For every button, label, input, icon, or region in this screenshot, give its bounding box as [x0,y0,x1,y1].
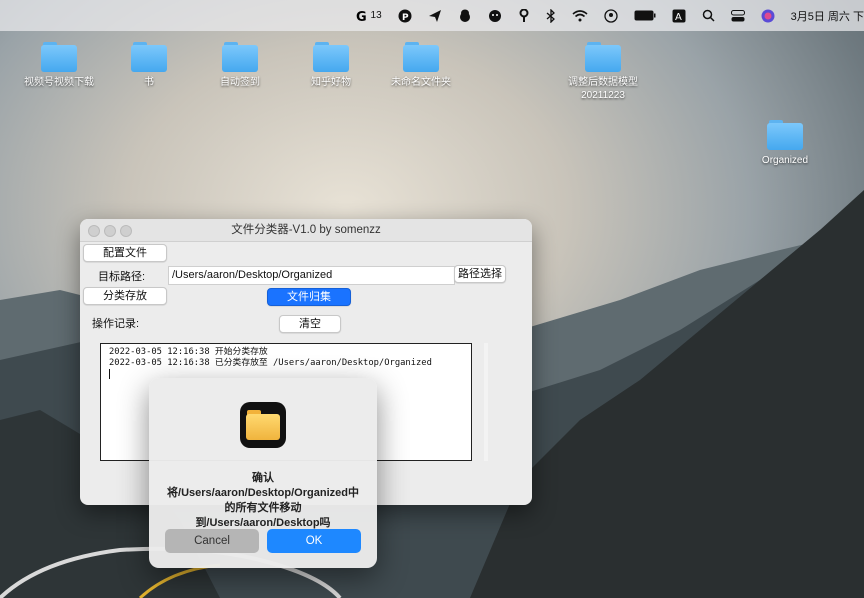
desktop-folder[interactable]: 自动签到 [195,42,285,89]
folder-label: 自动签到 [220,77,260,88]
g-status-icon[interactable]: G 13 [356,9,382,23]
svg-text:A: A [675,12,682,23]
badge-count: 13 [370,10,382,21]
dialog-message: 确认将/Users/aaron/Desktop/Organized中的所有文件移… [167,472,359,529]
window-title: 文件分类器-V1.0 by somenzz [231,224,381,236]
folder-label: 书 [144,77,154,88]
folder-app-icon [240,402,286,448]
text-cursor [109,369,110,379]
wifi-icon[interactable] [572,9,588,22]
window-titlebar[interactable]: 文件分类器-V1.0 by somenzz [80,219,532,242]
zoom-button[interactable] [120,225,132,237]
send-icon[interactable] [428,9,442,23]
log-line: 2022-03-05 12:16:38 已分类存放至 /Users/aaron/… [109,358,432,368]
desktop-folder[interactable]: 视频号视频下载 [14,42,104,89]
desktop-folder[interactable]: 书 [104,42,194,89]
folder-label: 未命名文件夹 [391,77,451,88]
menubar-clock[interactable]: 3月5日 周六 下 [791,8,864,24]
confirm-dialog: 确认将/Users/aaron/Desktop/Organized中的所有文件移… [149,378,377,568]
p-icon[interactable]: P [398,9,412,23]
minimize-button[interactable] [104,225,116,237]
cancel-button[interactable]: Cancel [165,529,259,553]
input-method-icon[interactable]: A [672,9,686,23]
target-path-input[interactable]: /Users/aaron/Desktop/Organized [168,266,455,285]
desktop-folder[interactable]: 调整后数据模型 20211223 [558,42,648,102]
folder-icon [585,42,621,72]
folder-icon [222,42,258,72]
clear-button[interactable]: 清空 [279,315,341,333]
desktop-folder[interactable]: Organized [740,120,830,167]
desktop-folder[interactable]: 知乎好物 [286,42,376,89]
folder-icon [403,42,439,72]
control-center-icon[interactable] [730,9,745,22]
gather-files-button[interactable]: 文件归集 [267,288,351,306]
folder-icon [313,42,349,72]
log-label: 操作记录: [92,318,140,330]
bluetooth-icon[interactable] [546,8,556,23]
qq-icon[interactable] [458,9,472,23]
folder-label: Organized [761,155,809,166]
browse-path-button[interactable]: 路径选择 [454,265,506,283]
face-icon[interactable] [488,9,502,23]
config-file-button[interactable]: 配置文件 [83,244,167,262]
key-icon[interactable] [518,8,530,23]
log-scrollbar[interactable] [484,343,488,461]
target-path-label: 目标路径: [98,271,146,283]
folder-label: 调整后数据模型 20211223 [568,77,638,101]
svg-text:P: P [402,13,409,23]
battery-icon[interactable] [634,10,656,21]
folder-label: 知乎好物 [311,77,351,88]
close-button[interactable] [88,225,100,237]
menu-bar: G 13 P A 3月5日 周六 下 [0,0,864,31]
search-icon[interactable] [702,9,715,22]
user-icon[interactable] [603,8,618,23]
folder-icon [41,42,77,72]
svg-text:G: G [356,10,367,23]
folder-icon [131,42,167,72]
siri-icon[interactable] [761,9,775,23]
desktop-folder[interactable]: 未命名文件夹 [376,42,466,89]
log-line: 2022-03-05 12:16:38 开始分类存放 [109,347,268,357]
folder-label: 视频号视频下载 [24,77,94,88]
classify-button[interactable]: 分类存放 [83,287,167,305]
ok-button[interactable]: OK [267,529,361,553]
folder-icon [767,120,803,150]
